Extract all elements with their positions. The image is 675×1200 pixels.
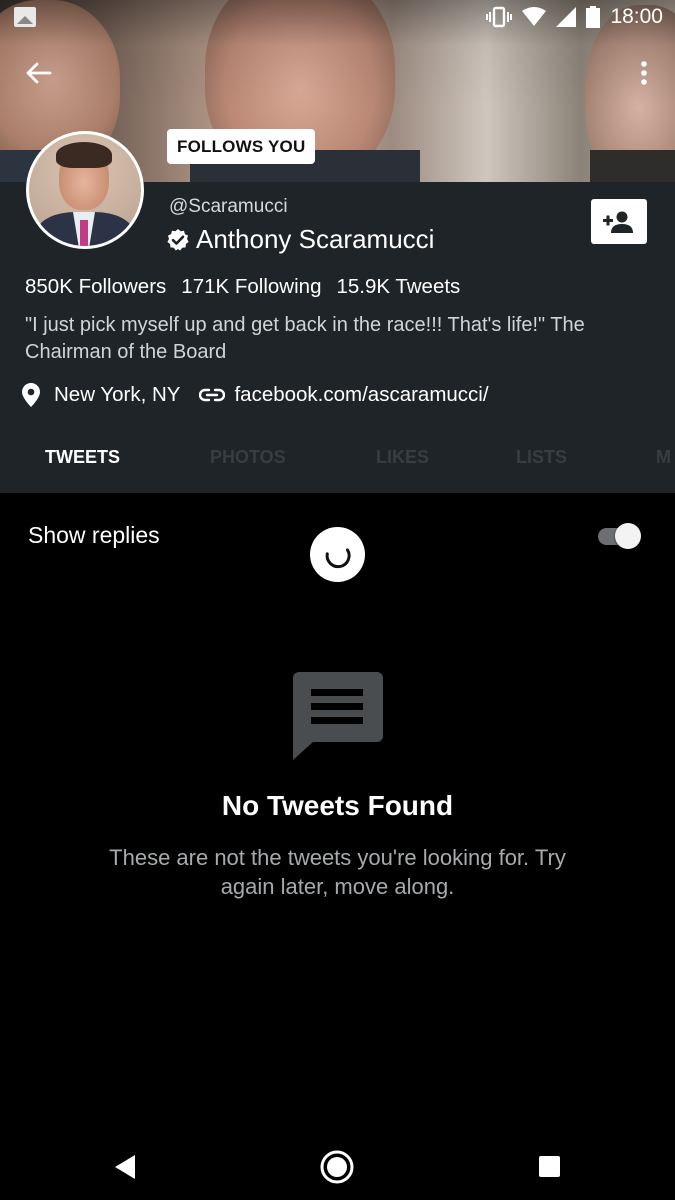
more-vert-icon bbox=[641, 61, 647, 85]
back-button[interactable] bbox=[22, 56, 56, 90]
tab-lists[interactable]: LISTS bbox=[516, 447, 567, 468]
profile-meta: New York, NY facebook.com/ascaramucci/ bbox=[22, 383, 489, 407]
following-count[interactable]: 171K Following bbox=[181, 275, 321, 299]
profile-name-row: Anthony Scaramucci bbox=[166, 224, 434, 255]
profile-website-link[interactable]: facebook.com/ascaramucci/ bbox=[234, 383, 488, 407]
loading-spinner bbox=[310, 527, 365, 582]
chat-bubble-icon bbox=[293, 672, 383, 760]
avatar[interactable] bbox=[26, 131, 144, 249]
tab-photos[interactable]: PHOTOS bbox=[210, 447, 286, 468]
gallery-notification-icon bbox=[14, 7, 36, 27]
vibrate-icon bbox=[486, 6, 513, 28]
wifi-icon bbox=[522, 7, 547, 26]
system-nav-bar bbox=[0, 1132, 675, 1200]
battery-icon bbox=[586, 6, 601, 28]
follows-you-badge: FOLLOWS YOU bbox=[167, 129, 316, 164]
empty-state-subtitle: These are not the tweets you're looking … bbox=[109, 845, 566, 899]
status-bar: 18:00 bbox=[0, 0, 675, 34]
profile-bio: "I just pick myself up and get back in t… bbox=[25, 314, 585, 363]
profile-name: Anthony Scaramucci bbox=[196, 224, 435, 254]
show-replies-toggle[interactable] bbox=[598, 522, 642, 550]
loading-spinner-icon bbox=[325, 547, 351, 568]
arrow-left-icon bbox=[26, 62, 52, 84]
profile-tabs: TWEETS PHOTOS LIKES LISTS M bbox=[0, 438, 675, 478]
tab-tweets[interactable]: TWEETS bbox=[45, 447, 120, 468]
tweets-count: 15.9K Tweets bbox=[336, 275, 461, 298]
verified-badge-icon bbox=[166, 228, 190, 252]
location-pin-icon bbox=[22, 383, 40, 407]
followers-count[interactable]: 850K Followers bbox=[25, 275, 166, 299]
tab-likes[interactable]: LIKES bbox=[376, 447, 429, 468]
status-time: 18:00 bbox=[610, 5, 663, 28]
show-replies-label: Show replies bbox=[28, 522, 160, 548]
profile-stats: 850K Followers 171K Following 15.9K Twee… bbox=[25, 275, 460, 299]
add-person-icon bbox=[603, 211, 633, 233]
tab-more[interactable]: M bbox=[656, 447, 671, 468]
nav-home-icon[interactable] bbox=[320, 1150, 354, 1184]
nav-back-icon[interactable] bbox=[113, 1154, 137, 1180]
empty-state-title: No Tweets Found bbox=[221, 790, 454, 821]
follow-button[interactable] bbox=[591, 199, 647, 244]
link-icon bbox=[199, 388, 226, 402]
nav-recents-icon[interactable] bbox=[539, 1156, 560, 1177]
cellular-signal-icon bbox=[556, 7, 577, 27]
profile-location: New York, NY bbox=[54, 383, 181, 406]
profile-handle: @Scaramucci bbox=[169, 196, 288, 217]
more-options-button[interactable] bbox=[630, 58, 658, 88]
